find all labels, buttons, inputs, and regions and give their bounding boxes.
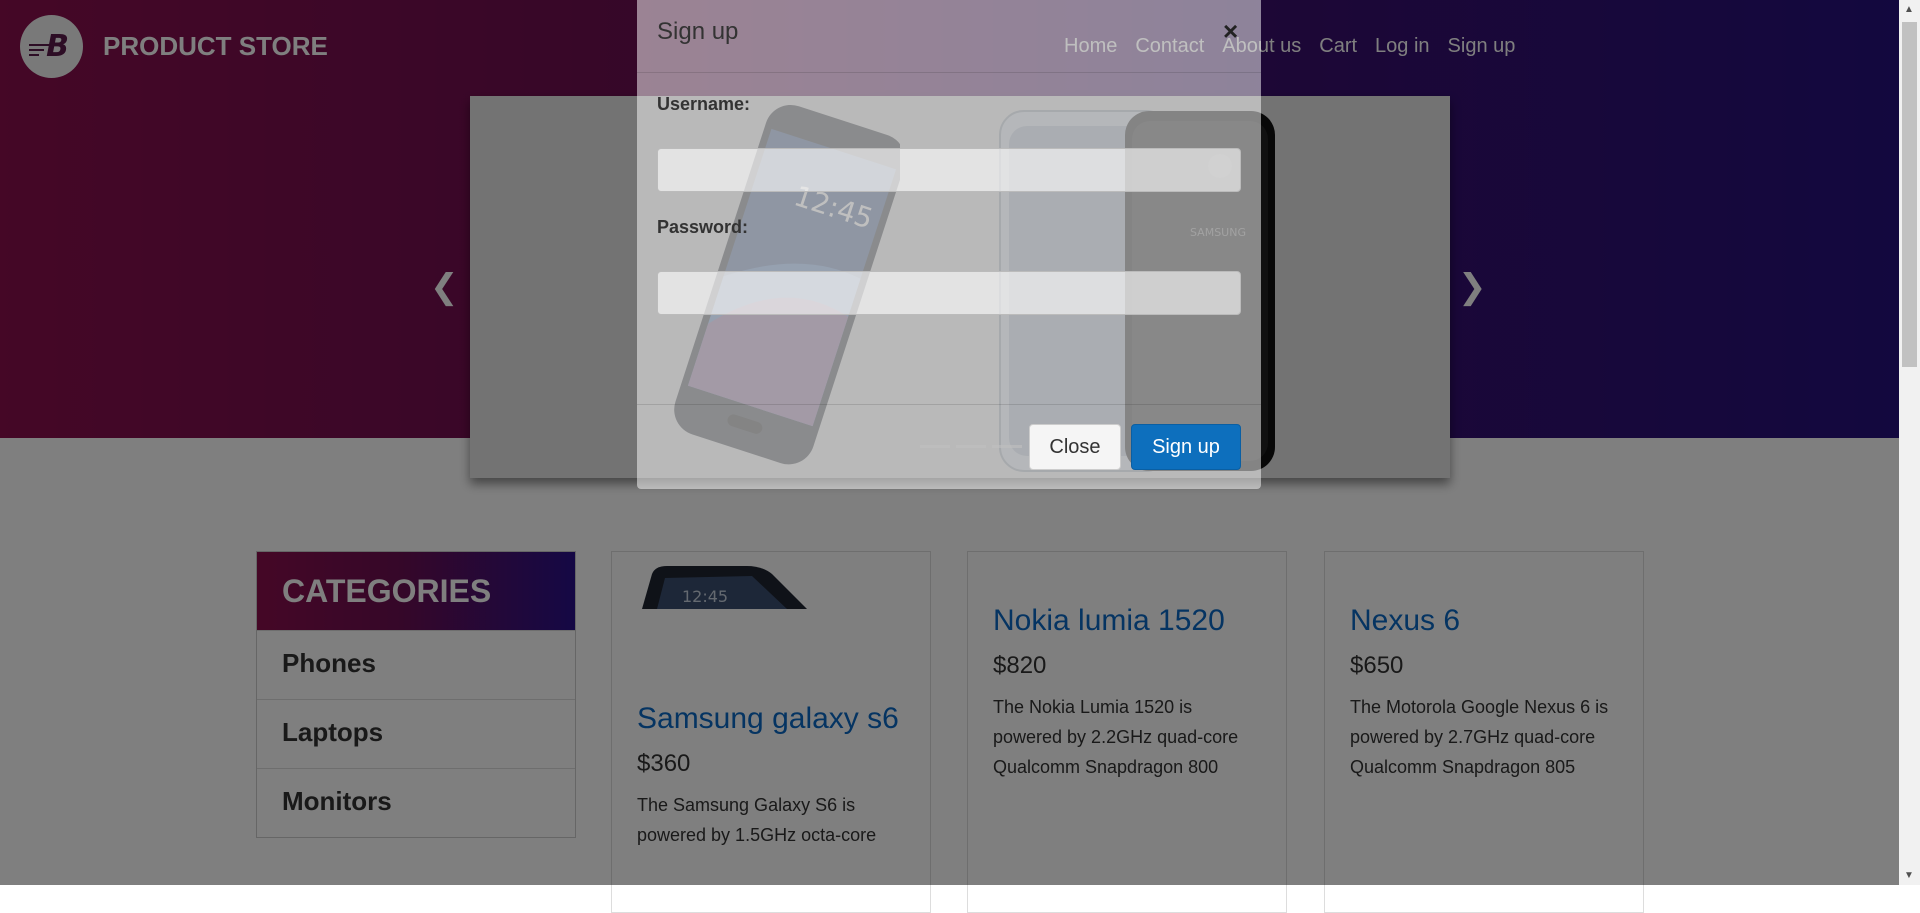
- page-scrollbar[interactable]: ▲ ▼: [1899, 0, 1920, 885]
- signup-modal: Sign up × Username: Password: Close Sign…: [637, 0, 1261, 489]
- modal-footer-divider: [637, 404, 1261, 405]
- scrollbar-thumb[interactable]: [1902, 22, 1917, 367]
- close-button[interactable]: Close: [1029, 424, 1121, 470]
- modal-header-divider: [637, 72, 1261, 73]
- password-field[interactable]: [657, 271, 1241, 315]
- username-label: Username:: [657, 94, 751, 114]
- username-field[interactable]: [657, 148, 1241, 192]
- password-label: Password:: [657, 217, 749, 237]
- scroll-down-icon[interactable]: ▼: [1904, 870, 1914, 881]
- close-icon[interactable]: ×: [1223, 18, 1238, 44]
- scroll-up-icon[interactable]: ▲: [1904, 4, 1914, 15]
- signup-button[interactable]: Sign up: [1131, 424, 1241, 470]
- modal-title: Sign up: [657, 18, 739, 45]
